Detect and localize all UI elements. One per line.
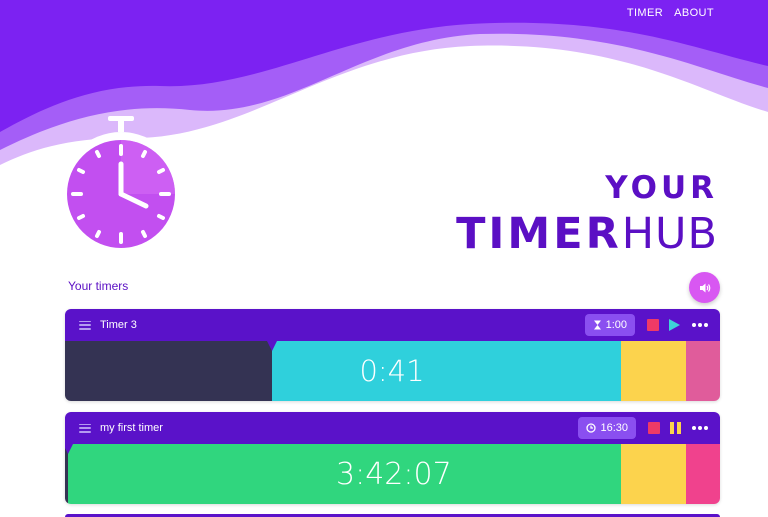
drag-handle-icon[interactable] <box>79 423 91 433</box>
sound-toggle-button[interactable] <box>689 272 720 303</box>
timer-duration-button[interactable]: 16:30 <box>578 417 636 439</box>
stop-button[interactable] <box>647 319 659 331</box>
timer-controls: 1:00 <box>584 309 708 341</box>
stop-button[interactable] <box>648 422 660 434</box>
timer-duration: 1:00 <box>605 319 627 331</box>
hero-title-your: YOUR <box>605 170 718 206</box>
timer-controls: 16:30 <box>578 412 708 444</box>
timer-progress-track[interactable]: 0:41 <box>65 341 720 401</box>
timer-duration: 16:30 <box>600 422 628 434</box>
timer-duration-button[interactable]: 1:00 <box>584 314 635 336</box>
hero-title-timer: TIMER <box>456 209 622 259</box>
timer-header: Timer 3 1:00 <box>65 309 720 341</box>
timer-card: Timer 3 1:00 0:41 <box>65 309 720 401</box>
pink-segment <box>686 341 720 401</box>
play-button[interactable] <box>669 319 680 331</box>
speaker-icon <box>699 283 710 292</box>
pause-button[interactable] <box>670 422 681 434</box>
section-label: Your timers <box>68 279 129 293</box>
more-options-icon[interactable] <box>692 426 708 430</box>
drag-handle-icon[interactable] <box>79 320 91 330</box>
yellow-segment <box>621 341 686 401</box>
clock-icon <box>586 423 597 433</box>
nav-timer-link[interactable]: TIMER <box>627 7 663 19</box>
hourglass-icon <box>593 320 601 330</box>
timer-remaining: 0:41 <box>359 354 425 388</box>
timer-name[interactable]: my first timer <box>100 422 163 434</box>
hero-title-hub: HUB <box>621 209 718 259</box>
top-nav: TIMER ABOUT <box>627 7 714 19</box>
timer-progress-track[interactable]: 3:42:07 <box>65 444 720 504</box>
hero-title-main: TIMERHUB <box>456 208 718 260</box>
stopwatch-icon <box>59 110 194 256</box>
elapsed-segment <box>65 341 272 401</box>
more-options-icon[interactable] <box>692 323 708 327</box>
timer-name[interactable]: Timer 3 <box>100 319 137 331</box>
hero-title: YOUR TIMERHUB <box>456 168 718 260</box>
timer-remaining: 3:42:07 <box>336 456 452 492</box>
timer-card: my first timer 16:30 3:42:07 <box>65 412 720 504</box>
nav-about-link[interactable]: ABOUT <box>674 7 714 19</box>
timer-header: my first timer 16:30 <box>65 412 720 444</box>
